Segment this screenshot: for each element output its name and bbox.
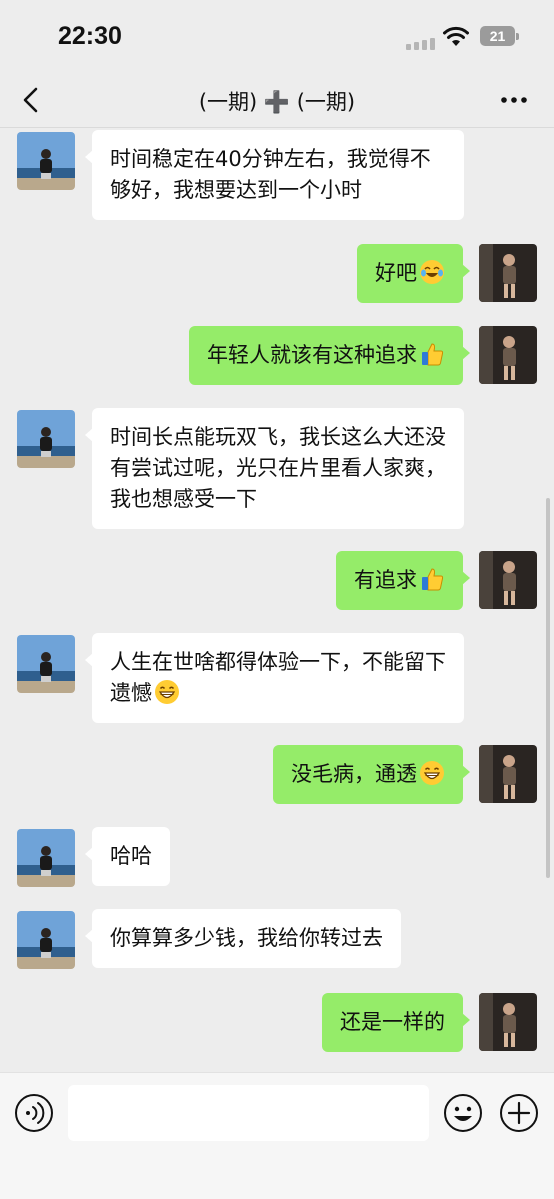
my-avatar[interactable] [479, 244, 537, 302]
message-text: 还是一样的 [340, 1010, 445, 1034]
contact-avatar[interactable] [17, 132, 75, 190]
message-bubble[interactable]: 时间长点能玩双飞，我长这么大还没有尝试过呢，光只在片里看人家爽，我也想感受一下 [85, 408, 464, 529]
message-bubble[interactable]: 你算算多少钱，我给你转过去 [85, 909, 401, 968]
input-bar [0, 1072, 554, 1199]
more-options-icon[interactable] [498, 86, 530, 114]
plus-icon[interactable] [499, 1093, 539, 1133]
chat-header: (一期) ➕ (一期) [0, 72, 554, 128]
message-text: 好吧 [375, 261, 417, 285]
message-bubble[interactable]: 哈哈 [85, 827, 170, 886]
message-bubble[interactable]: 有追求 [336, 551, 470, 610]
contact-avatar[interactable] [17, 410, 75, 468]
voice-input-icon[interactable] [14, 1093, 54, 1133]
my-avatar[interactable] [479, 551, 537, 609]
message-bubble[interactable]: 好吧 [357, 244, 470, 303]
my-avatar[interactable] [479, 745, 537, 803]
message-bubble[interactable]: 人生在世啥都得体验一下，不能留下遗憾 [85, 633, 464, 723]
my-avatar[interactable] [479, 326, 537, 384]
cellular-signal-icon [406, 38, 435, 50]
back-chevron-icon[interactable] [20, 86, 42, 114]
my-avatar[interactable] [479, 993, 537, 1051]
thumbs-up-emoji-icon [422, 568, 444, 591]
message-bubble[interactable]: 年轻人就该有这种追求 [189, 326, 470, 385]
message-list[interactable]: 时间稳定在40分钟左右，我觉得不够好，我想要达到一个小时 好吧 年轻人就该有这种… [0, 128, 554, 1072]
status-bar: 22:30 21 [0, 0, 554, 72]
contact-avatar[interactable] [17, 635, 75, 693]
message-text: 有追求 [354, 568, 417, 592]
contact-avatar[interactable] [17, 911, 75, 969]
message-text: 时间长点能玩双飞，我长这么大还没有尝试过呢，光只在片里看人家爽，我也想感受一下 [110, 425, 446, 511]
chat-title: (一期) ➕ (一期) [198, 90, 356, 114]
message-bubble[interactable]: 时间稳定在40分钟左右，我觉得不够好，我想要达到一个小时 [85, 130, 464, 220]
scrollbar[interactable] [546, 498, 550, 878]
laughing-tears-emoji-icon [420, 260, 444, 284]
grinning-emoji-icon [155, 680, 179, 704]
grinning-emoji-icon [420, 761, 444, 785]
battery-icon: 21 [480, 26, 519, 46]
message-bubble[interactable]: 还是一样的 [322, 993, 470, 1052]
message-text: 年轻人就该有这种追求 [207, 343, 417, 367]
message-text: 你算算多少钱，我给你转过去 [110, 926, 383, 950]
status-time: 22:30 [58, 22, 122, 50]
thumbs-up-emoji-icon [422, 343, 444, 366]
message-input[interactable] [68, 1085, 429, 1141]
message-text: 没毛病，通透 [291, 762, 417, 786]
emoji-face-icon[interactable] [443, 1093, 483, 1133]
message-bubble[interactable]: 没毛病，通透 [273, 745, 470, 804]
message-text: 哈哈 [110, 844, 152, 868]
wifi-icon [443, 26, 469, 46]
message-text: 时间稳定在40分钟左右，我觉得不够好，我想要达到一个小时 [110, 147, 431, 202]
contact-avatar[interactable] [17, 829, 75, 887]
